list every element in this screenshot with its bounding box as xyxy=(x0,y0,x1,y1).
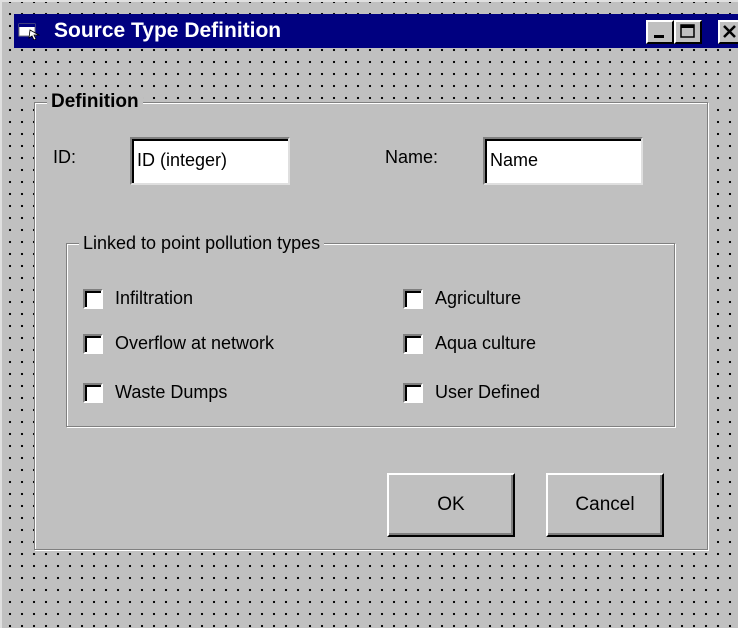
checkbox-label: Waste Dumps xyxy=(115,382,228,402)
ok-button[interactable]: OK xyxy=(387,473,515,537)
checkbox-label: User Defined xyxy=(435,382,541,402)
checkbox-box[interactable] xyxy=(403,383,423,403)
checkbox-box[interactable] xyxy=(403,289,423,309)
checkbox-box[interactable] xyxy=(83,383,103,403)
id-input[interactable]: ID (integer) xyxy=(130,137,290,185)
cancel-button[interactable]: Cancel xyxy=(546,473,664,537)
id-label: ID: xyxy=(53,147,77,167)
close-icon xyxy=(723,25,736,38)
maximize-icon xyxy=(680,24,695,38)
checkbox-box[interactable] xyxy=(403,334,423,354)
minimize-button[interactable] xyxy=(646,20,674,44)
linked-frame-label: Linked to point pollution types xyxy=(79,232,325,254)
maximize-button[interactable] xyxy=(674,20,702,44)
name-label: Name: xyxy=(385,147,439,167)
checkbox-box[interactable] xyxy=(83,334,103,354)
checkbox-label: Agriculture xyxy=(435,288,522,308)
name-input[interactable]: Name xyxy=(483,137,643,185)
close-button[interactable] xyxy=(718,20,738,44)
title-bar[interactable]: Source Type Definition xyxy=(14,14,738,48)
form-icon xyxy=(18,23,40,40)
definition-frame: Definition ID: ID (integer) Name: Name L… xyxy=(34,91,708,550)
window-title: Source Type Definition xyxy=(54,19,282,42)
minimize-icon xyxy=(654,35,664,38)
checkbox-label: Infiltration xyxy=(115,288,194,308)
checkbox-box[interactable] xyxy=(83,289,103,309)
definition-frame-label: Definition xyxy=(47,91,143,113)
source-type-definition-window: Source Type Definition Definition ID: ID… xyxy=(0,0,738,628)
linked-frame: Linked to point pollution types Infiltra… xyxy=(66,232,675,427)
checkbox-label: Aqua culture xyxy=(435,333,537,353)
checkbox-label: Overflow at network xyxy=(115,333,275,353)
